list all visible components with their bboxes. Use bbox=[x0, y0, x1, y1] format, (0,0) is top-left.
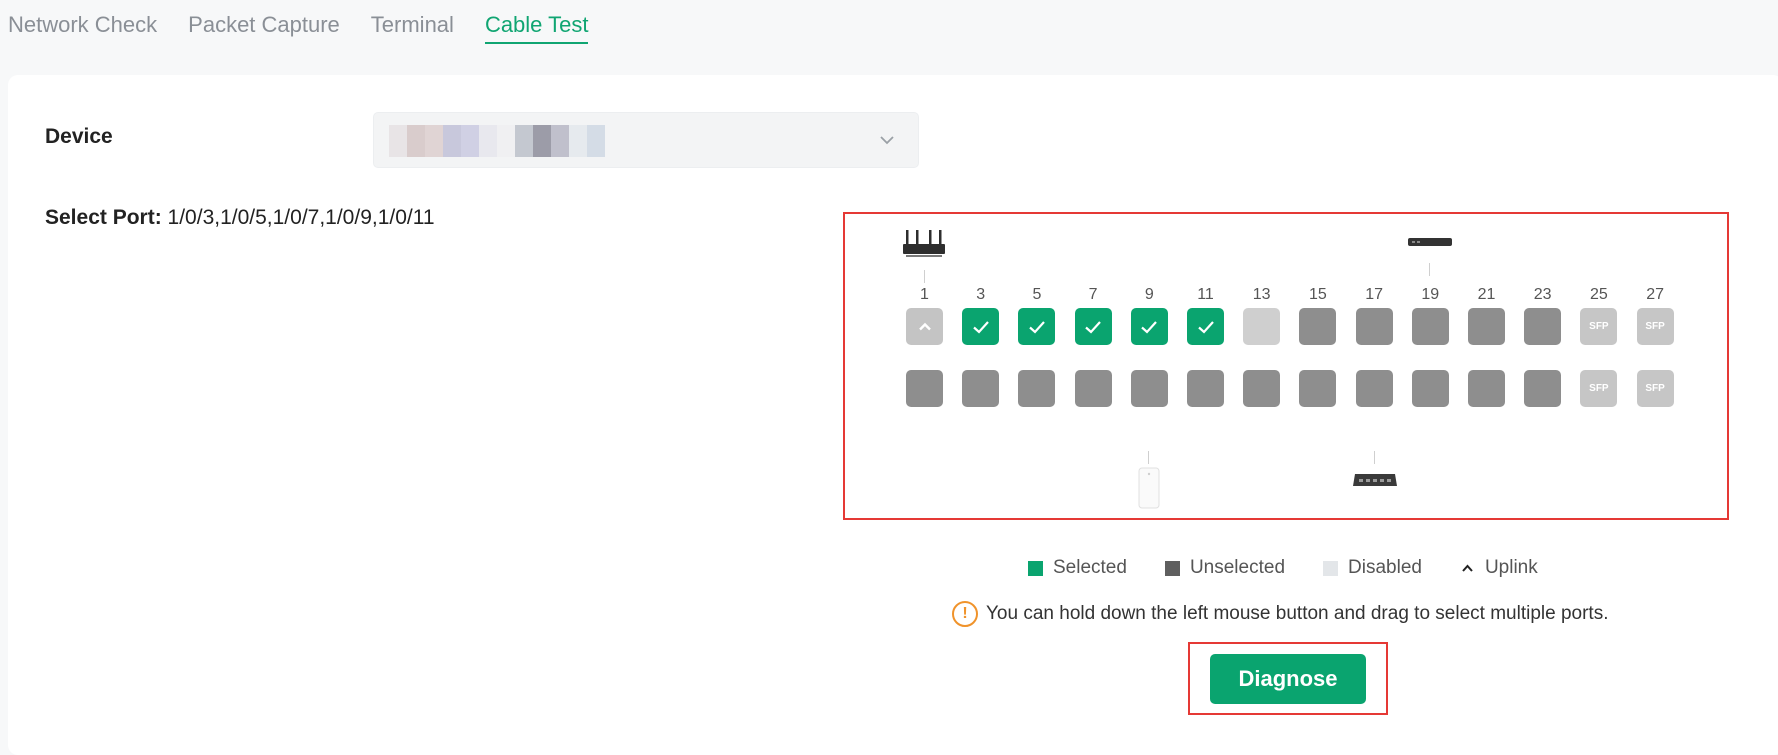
port-17-number: 17 bbox=[1365, 286, 1383, 303]
port-panel: 135791113151719212325SFP27SFP24681012141… bbox=[843, 212, 1729, 520]
legend-selected: Selected bbox=[1028, 557, 1127, 579]
port-14[interactable] bbox=[1243, 370, 1281, 407]
port-21[interactable] bbox=[1468, 308, 1505, 345]
port-9[interactable] bbox=[1130, 308, 1168, 345]
port-19-link bbox=[1429, 263, 1430, 276]
desktop-switch-icon bbox=[1353, 474, 1397, 486]
multi-select-hint: ! You can hold down the left mouse butto… bbox=[952, 601, 1608, 627]
port-7[interactable] bbox=[1074, 308, 1112, 345]
port-11-number: 11 bbox=[1197, 286, 1214, 303]
port-22[interactable] bbox=[1468, 370, 1505, 407]
switch-icon bbox=[1408, 238, 1452, 246]
port-17[interactable] bbox=[1355, 308, 1393, 345]
legend-selected-swatch bbox=[1028, 560, 1043, 576]
port-13-number: 13 bbox=[1252, 286, 1271, 303]
port-18[interactable] bbox=[1355, 370, 1393, 407]
port-20[interactable] bbox=[1411, 370, 1449, 407]
chevron-down-icon bbox=[880, 136, 894, 145]
legend-uplink-label: Uplink bbox=[1484, 557, 1538, 578]
select-port-value: 1/0/3,1/0/5,1/0/7,1/0/9,1/0/11 bbox=[167, 206, 435, 229]
tab-bar: Network Check Packet Capture Terminal Ca… bbox=[8, 8, 619, 48]
port-3[interactable] bbox=[962, 308, 1000, 345]
port-11[interactable] bbox=[1187, 308, 1224, 345]
port-legend: Selected Unselected Disabled Uplink bbox=[1028, 557, 1576, 579]
legend-disabled: Disabled bbox=[1323, 557, 1422, 579]
tab-terminal[interactable]: Terminal bbox=[371, 8, 454, 48]
access-point-icon bbox=[1138, 467, 1160, 509]
port-25[interactable]: SFP bbox=[1580, 308, 1618, 345]
port-12[interactable] bbox=[1187, 370, 1224, 407]
port-10[interactable] bbox=[1130, 370, 1168, 407]
device-label: Device bbox=[45, 125, 113, 148]
port-4[interactable] bbox=[962, 370, 1000, 407]
port-23-number: 23 bbox=[1533, 286, 1552, 303]
uplink-icon bbox=[1462, 564, 1473, 572]
legend-disabled-label: Disabled bbox=[1348, 557, 1422, 578]
port-26[interactable]: SFP bbox=[1580, 370, 1618, 407]
port-27-number: 27 bbox=[1646, 286, 1664, 303]
port-28[interactable]: SFP bbox=[1636, 370, 1674, 407]
port-5-number: 5 bbox=[1032, 286, 1042, 303]
router-icon bbox=[903, 230, 945, 257]
port-27[interactable]: SFP bbox=[1636, 308, 1674, 345]
port-19-number: 19 bbox=[1421, 286, 1440, 303]
port-16[interactable] bbox=[1299, 370, 1337, 407]
device-name-redacted bbox=[389, 125, 609, 157]
port-6[interactable] bbox=[1018, 370, 1056, 407]
device-select[interactable] bbox=[373, 112, 919, 168]
port-15-number: 15 bbox=[1308, 286, 1327, 303]
port-1-number: 1 bbox=[920, 286, 929, 303]
tab-packet-capture[interactable]: Packet Capture bbox=[188, 8, 340, 48]
select-port-title: Select Port: bbox=[45, 206, 162, 229]
port-3-number: 3 bbox=[976, 286, 986, 303]
port-1-link bbox=[924, 270, 925, 283]
legend-uplink: Uplink bbox=[1460, 557, 1538, 579]
port-25-number: 25 bbox=[1589, 286, 1608, 303]
tab-network-check[interactable]: Network Check bbox=[8, 8, 157, 48]
port-18-link bbox=[1374, 451, 1375, 464]
port-19[interactable] bbox=[1411, 308, 1449, 345]
legend-unselected: Unselected bbox=[1164, 557, 1286, 579]
diagnose-button[interactable]: Diagnose bbox=[1210, 654, 1366, 704]
port-24[interactable] bbox=[1524, 370, 1562, 407]
warning-icon: ! bbox=[952, 601, 978, 627]
port-5[interactable] bbox=[1018, 308, 1056, 345]
diagnose-highlight: Diagnose bbox=[1188, 642, 1388, 715]
port-7-number: 7 bbox=[1088, 286, 1098, 303]
port-2[interactable] bbox=[906, 370, 943, 407]
legend-unselected-label: Unselected bbox=[1189, 557, 1286, 578]
port-21-number: 21 bbox=[1477, 286, 1496, 303]
hint-text: You can hold down the left mouse button … bbox=[986, 603, 1609, 624]
port-9-number: 9 bbox=[1144, 286, 1154, 303]
select-port-label: Select Port: 1/0/3,1/0/5,1/0/7,1/0/9,1/0… bbox=[45, 206, 435, 230]
legend-selected-label: Selected bbox=[1053, 557, 1127, 578]
port-10-link bbox=[1148, 451, 1149, 464]
legend-disabled-swatch bbox=[1323, 560, 1339, 576]
port-8[interactable] bbox=[1074, 370, 1112, 407]
legend-unselected-swatch bbox=[1164, 560, 1180, 576]
tab-cable-test[interactable]: Cable Test bbox=[484, 8, 589, 44]
port-15[interactable] bbox=[1299, 308, 1337, 345]
port-23[interactable] bbox=[1524, 308, 1562, 345]
port-13 bbox=[1243, 308, 1281, 345]
port-1[interactable] bbox=[906, 308, 943, 345]
